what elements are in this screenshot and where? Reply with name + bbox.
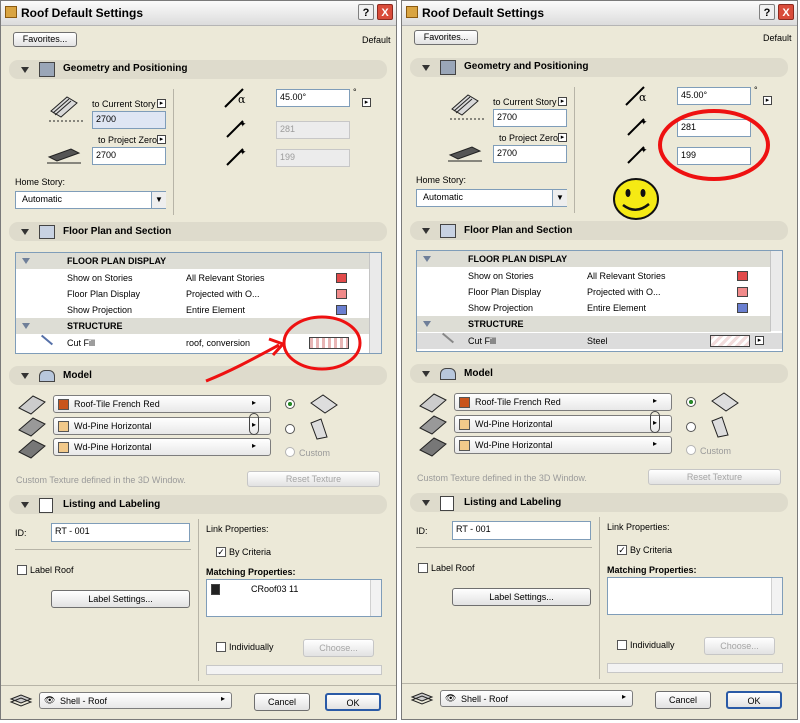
id-field[interactable]: RT - 001 — [452, 521, 591, 540]
bottom-material-label: Wd-Pine Horizontal — [475, 419, 553, 429]
tree-row-floor-plan-display[interactable]: Floor Plan Display Projected with O... — [417, 284, 771, 300]
by-criteria-label: By Criteria — [630, 545, 673, 555]
tree-group-display[interactable]: FLOOR PLAN DISPLAY — [417, 251, 771, 267]
stories-icon — [737, 271, 748, 281]
eye-icon: 👁 — [445, 693, 457, 703]
model-header-label: Model — [464, 368, 493, 379]
fill-pattern-swatch — [710, 335, 750, 347]
bottom-material-picker[interactable]: Wd-Pine Horizontal ▸ — [454, 415, 672, 433]
custom-label: Custom — [700, 446, 732, 456]
smiley-face-icon — [613, 178, 659, 220]
collapse-arrow-icon[interactable] — [422, 228, 430, 234]
texture-align-radio-1[interactable] — [686, 397, 696, 407]
cancel-button[interactable]: Cancel — [655, 691, 711, 709]
texture-align-radio-2[interactable] — [686, 422, 696, 432]
layer-value: Shell - Roof — [461, 694, 509, 704]
top-material-picker[interactable]: Roof-Tile French Red ▸ — [454, 393, 672, 411]
fill-menu-icon: ▸ — [755, 336, 764, 345]
model-icon — [440, 368, 456, 380]
listing-divider — [599, 517, 600, 679]
progress-strip — [607, 663, 783, 673]
side-material-label: Wd-Pine Horizontal — [475, 440, 553, 450]
red-annotation-circle — [658, 109, 770, 181]
red-annotation-circle-arrow — [205, 315, 362, 383]
label-roof-checkbox[interactable] — [418, 563, 428, 573]
listing-icon — [440, 496, 454, 511]
top-material-label: Roof-Tile French Red — [475, 397, 561, 407]
settings-tree-list: FLOOR PLAN DISPLAY Show on Stories All R… — [416, 250, 783, 352]
by-criteria-checkbox[interactable]: ✓ — [617, 545, 627, 555]
floorplan-icon — [440, 224, 456, 238]
top-material-swatch — [459, 397, 470, 408]
individually-checkbox[interactable] — [617, 640, 627, 650]
projection-icon — [737, 303, 748, 313]
link-properties-label: Link Properties: — [607, 522, 670, 532]
tree-row-cut-fill[interactable]: Cut Fill Steel ▸ — [417, 332, 782, 349]
custom-radio[interactable] — [686, 445, 696, 455]
reset-texture-button[interactable]: Reset Texture — [648, 469, 781, 485]
tree-row-show-on-stories[interactable]: Show on Stories All Relevant Stories — [417, 268, 771, 284]
choose-button[interactable]: Choose... — [704, 637, 775, 655]
label-roof-label: Label Roof — [431, 563, 475, 573]
divider — [416, 547, 592, 548]
surface-icons — [418, 392, 448, 458]
custom-texture-note: Custom Texture defined in the 3D Window. — [417, 473, 587, 483]
tree-row-show-projection[interactable]: Show Projection Entire Element — [417, 300, 771, 316]
chain-link-icon[interactable] — [650, 411, 660, 433]
roof-settings-dialog-left: Roof Default Settings ? X Favorites... D… — [0, 0, 397, 720]
list-scrollbar — [771, 578, 782, 614]
label-settings-button[interactable]: Label Settings... — [452, 588, 591, 606]
collapse-arrow-icon[interactable] — [422, 500, 430, 506]
layer-icon — [410, 691, 434, 705]
texture-align-icons — [708, 391, 744, 439]
list-scrollbar[interactable] — [770, 251, 782, 331]
matching-properties-label: Matching Properties: — [607, 565, 697, 575]
individually-label: Individually — [630, 640, 675, 650]
id-label: ID: — [416, 526, 428, 536]
chevron-right-icon: ▸ — [653, 439, 658, 448]
matching-properties-list[interactable] — [607, 577, 783, 615]
chevron-right-icon: ▸ — [653, 396, 658, 405]
fill-pen-icon — [441, 332, 455, 344]
footer-divider — [402, 683, 797, 684]
roof-settings-dialog-right: Roof Default Settings ? X Favorites... D… — [401, 0, 798, 720]
collapse-arrow-icon[interactable] — [422, 371, 430, 377]
chevron-right-icon: ▸ — [622, 692, 627, 701]
display-icon — [737, 287, 748, 297]
tree-group-structure[interactable]: STRUCTURE — [417, 316, 771, 332]
side-material-picker[interactable]: Wd-Pine Horizontal ▸ — [454, 436, 672, 454]
ok-button[interactable]: OK — [726, 691, 782, 709]
floorplan-header-label: Floor Plan and Section — [464, 225, 573, 236]
layer-select[interactable]: 👁 Shell - Roof ▸ — [440, 690, 633, 707]
side-material-swatch — [459, 440, 470, 451]
listing-header-label: Listing and Labeling — [464, 497, 562, 508]
bottom-material-swatch — [459, 419, 470, 430]
